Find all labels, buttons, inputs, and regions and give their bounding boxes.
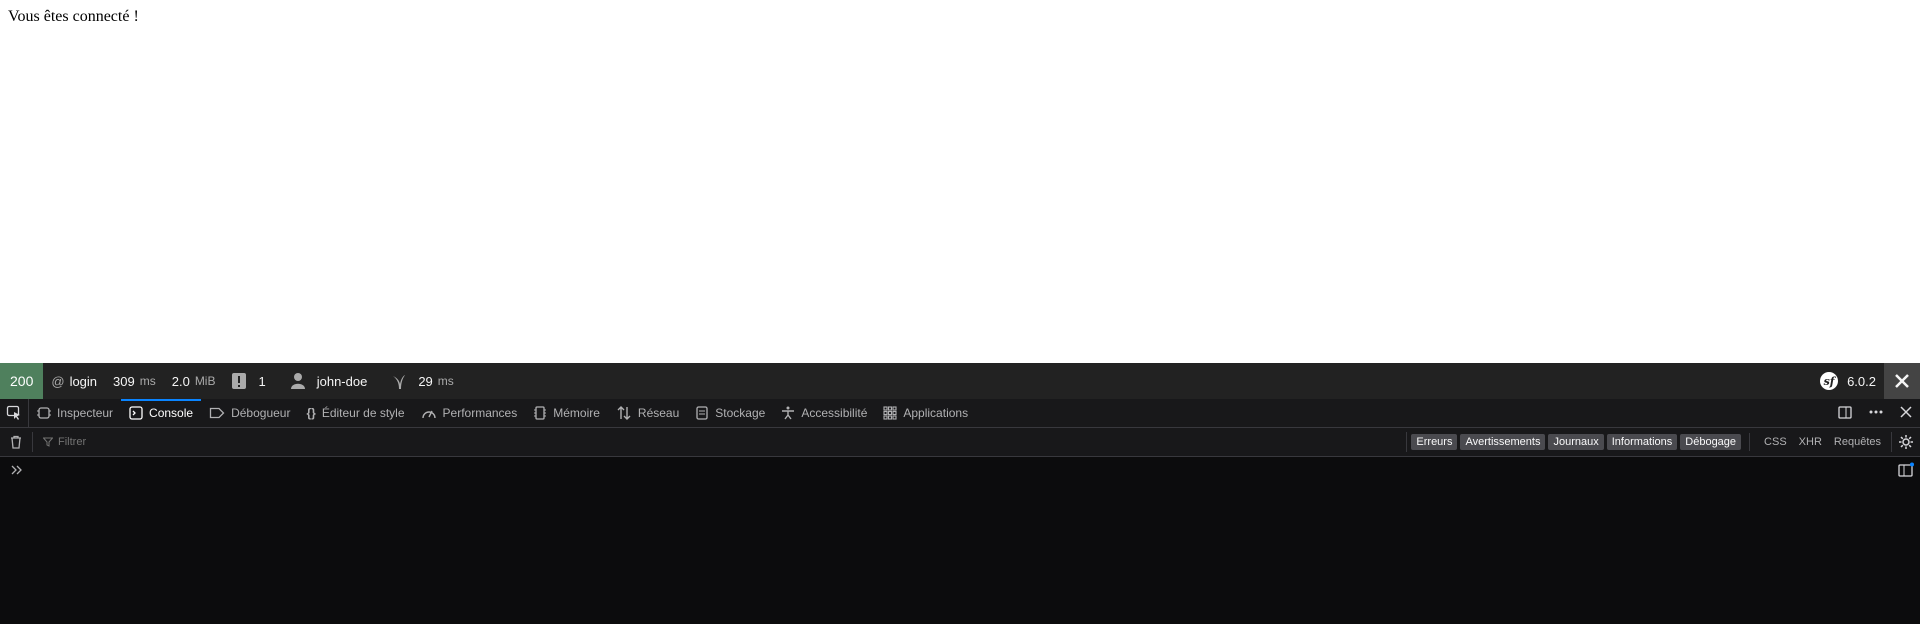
split-console-button[interactable] xyxy=(1898,462,1914,483)
close-icon xyxy=(1895,374,1909,388)
filter-input[interactable]: Filtrer xyxy=(33,436,1406,448)
tab-accessibility[interactable]: Accessibilité xyxy=(773,399,875,427)
tab-network[interactable]: Réseau xyxy=(608,399,687,427)
chevron-right-icon xyxy=(10,463,24,481)
logs-count: 1 xyxy=(258,373,266,389)
twig-unit: ms xyxy=(437,374,454,388)
twig-icon xyxy=(391,372,407,390)
dock-icon xyxy=(1838,405,1852,419)
more-options-button[interactable] xyxy=(1868,405,1884,422)
console-output[interactable] xyxy=(0,457,1920,625)
console-filter-bar: Filtrer Erreurs Avertissements Journaux … xyxy=(0,428,1920,457)
console-icon xyxy=(129,406,143,420)
memory-icon xyxy=(534,406,547,420)
gear-icon xyxy=(1899,435,1913,449)
dock-toggle-button[interactable] xyxy=(1838,405,1852,422)
performance-icon xyxy=(421,410,436,419)
console-settings-button[interactable] xyxy=(1891,432,1920,452)
status-code-badge[interactable]: 200 xyxy=(0,363,44,399)
at-icon: @ xyxy=(51,373,65,389)
symfony-logo-icon: sf xyxy=(1820,372,1839,390)
logs-icon xyxy=(231,372,247,390)
user-icon xyxy=(290,372,306,390)
symfony-version-item[interactable]: sf 6.0.2 xyxy=(1812,363,1884,399)
debugger-icon xyxy=(209,407,225,419)
tab-style-editor[interactable]: {} Éditeur de style xyxy=(298,399,412,427)
route-name: login xyxy=(69,373,98,389)
filter-xhr-button[interactable]: XHR xyxy=(1793,434,1828,450)
twig-value: 29 xyxy=(418,373,433,389)
devtools-close-button[interactable] xyxy=(1900,405,1912,421)
network-icon xyxy=(617,406,631,420)
accessibility-icon xyxy=(782,406,795,420)
filter-warnings-button[interactable]: Avertissements xyxy=(1460,434,1546,450)
user-item[interactable]: john-doe xyxy=(282,363,376,399)
devtools-panel: Inspecteur Console Débogueur {} Éditeur … xyxy=(0,399,1920,624)
time-value: 309 xyxy=(113,373,135,389)
split-console-icon xyxy=(1898,462,1914,477)
tab-label: Inspecteur xyxy=(57,406,114,420)
tab-label: Éditeur de style xyxy=(321,406,405,420)
tab-console[interactable]: Console xyxy=(121,399,202,427)
applications-icon xyxy=(883,406,897,420)
toolbar-close-button[interactable] xyxy=(1884,363,1920,399)
close-icon xyxy=(1900,405,1912,418)
tab-label: Performances xyxy=(442,406,518,420)
tab-memory[interactable]: Mémoire xyxy=(525,399,608,427)
level-filter-group: Erreurs Avertissements Journaux Informat… xyxy=(1406,432,1742,452)
filter-errors-button[interactable]: Erreurs xyxy=(1411,434,1458,450)
symfony-debug-toolbar: 200 @ login 309 ms 2.0 MiB 1 john-doe 29… xyxy=(0,363,1920,399)
filter-separator xyxy=(1749,433,1751,451)
ellipsis-icon xyxy=(1869,410,1883,413)
filter-debug-button[interactable]: Débogage xyxy=(1680,434,1742,450)
tab-label: Débogueur xyxy=(231,406,291,420)
tab-label: Mémoire xyxy=(553,406,600,420)
style-editor-icon: {} xyxy=(306,406,316,420)
tab-storage[interactable]: Stockage xyxy=(687,399,773,427)
tab-label: Stockage xyxy=(715,406,766,420)
tab-label: Réseau xyxy=(637,406,680,420)
twig-item[interactable]: 29 ms xyxy=(383,363,461,399)
route-item[interactable]: @ login xyxy=(43,363,105,399)
clear-console-button[interactable] xyxy=(0,432,33,452)
memory-unit: MiB xyxy=(194,374,216,388)
devtools-tab-bar: Inspecteur Console Débogueur {} Éditeur … xyxy=(0,399,1920,428)
tab-debugger[interactable]: Débogueur xyxy=(201,399,298,427)
memory-item[interactable]: 2.0 MiB xyxy=(164,363,224,399)
filter-logs-button[interactable]: Journaux xyxy=(1548,434,1604,450)
inspector-icon xyxy=(37,407,51,419)
time-item[interactable]: 309 ms xyxy=(105,363,164,399)
element-picker-icon xyxy=(6,405,20,420)
tab-label: Console xyxy=(149,406,194,420)
user-name: john-doe xyxy=(316,373,368,389)
tab-label: Applications xyxy=(903,406,969,420)
filter-info-button[interactable]: Informations xyxy=(1606,434,1678,450)
tab-inspector[interactable]: Inspecteur xyxy=(29,399,121,427)
tab-label: Accessibilité xyxy=(801,406,868,420)
funnel-icon xyxy=(43,437,53,447)
trash-icon xyxy=(11,435,21,449)
filter-placeholder: Filtrer xyxy=(58,436,87,448)
element-picker-button[interactable] xyxy=(0,399,29,427)
storage-icon xyxy=(696,406,708,420)
filter-css-button[interactable]: CSS xyxy=(1758,434,1793,450)
page-message: Vous êtes connecté ! xyxy=(8,8,139,25)
symfony-version: 6.0.2 xyxy=(1847,373,1876,389)
tab-applications[interactable]: Applications xyxy=(875,399,976,427)
tab-performance[interactable]: Performances xyxy=(413,399,526,427)
logs-item[interactable]: 1 xyxy=(223,363,273,399)
memory-value: 2.0 xyxy=(171,373,190,389)
time-unit: ms xyxy=(139,374,156,388)
filter-requests-button[interactable]: Requêtes xyxy=(1828,434,1887,450)
